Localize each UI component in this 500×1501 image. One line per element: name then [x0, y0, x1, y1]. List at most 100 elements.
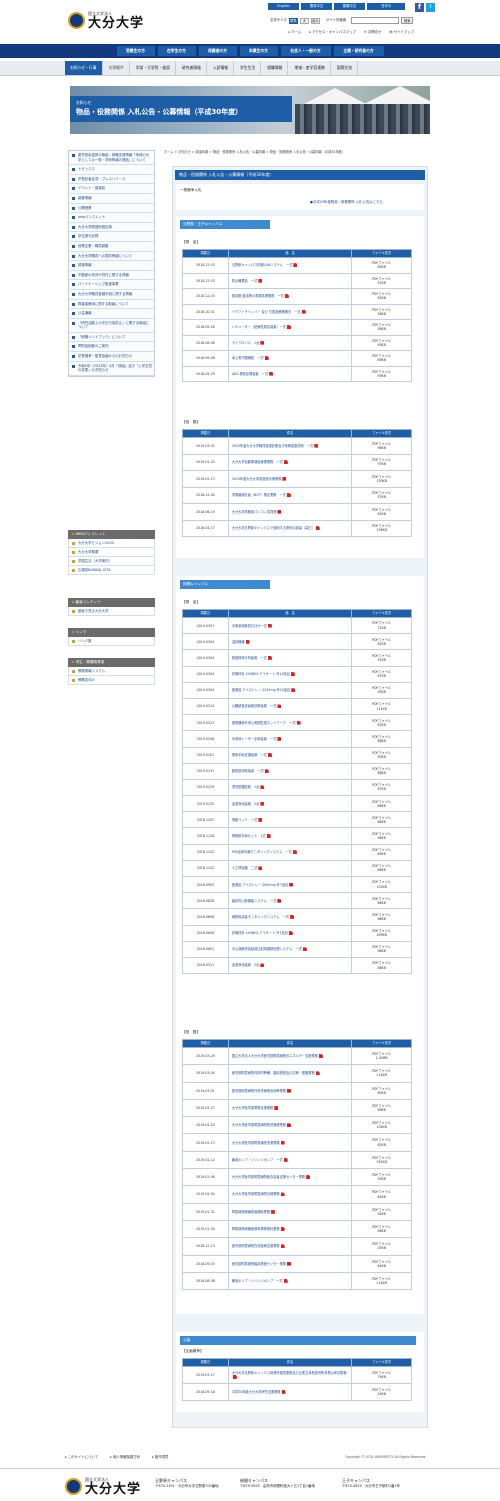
row-item-link[interactable]: 輸液ポンプ・シリンジポンプ 一式 — [232, 1158, 283, 1162]
row-item-link[interactable]: 手術室用無影灯ほか一式 — [232, 624, 267, 628]
font-size-xlarge[interactable]: 最大 — [310, 17, 320, 24]
row-item-link[interactable]: 大分大学医学部附属病院物流管理業務 — [232, 1123, 286, 1127]
site-logo[interactable]: 国立大学法人 大分大学 — [68, 8, 158, 32]
row-item-link[interactable]: 診療材料 VIVINEX アイサート 外7品目 — [232, 931, 288, 935]
row-item-link[interactable]: 国立大学法人大分大学医学部附属病院省エネルギー支援業務 — [232, 1054, 318, 1058]
footer-link-privacy[interactable]: ▸ 個人情報保護方針 — [110, 1455, 140, 1459]
footer-link-env[interactable]: ▸ 動作環境 — [152, 1455, 168, 1459]
footer-logo[interactable]: 国立大学法人 大分大学 — [65, 1474, 145, 1497]
lang-traditional-chinese[interactable]: 繁體中文 — [334, 3, 365, 10]
row-item-link[interactable]: 大分大学医学部業務支援業務 — [232, 1106, 273, 1110]
sidebar-link[interactable]: 広報誌BUNDAI-OITA — [68, 566, 155, 575]
sidebar-item[interactable]: 障害者雇用に関する取組について — [69, 300, 154, 310]
sidebar-item[interactable]: 大分大学職員各種手続に関する情報 — [69, 290, 154, 300]
row-item-link[interactable]: 医学部附属病院内院内警備、臨床検査及び清掃・運搬業務 — [232, 1071, 315, 1075]
sidebar-item[interactable]: 不動産の売却や貸付に関する情報 — [69, 271, 154, 281]
sidebar-item[interactable]: 調達情報 — [69, 261, 154, 271]
nav-applicants[interactable]: 受験生の方 — [116, 46, 155, 56]
row-item-link[interactable]: 人工呼吸器 二式 — [232, 866, 258, 870]
subnav-faculties[interactable]: 学部・大学院・施設 — [131, 61, 176, 75]
row-item-link[interactable]: 大分大学医学部附属病院清掃業務 — [232, 1192, 280, 1196]
sidebar-link[interactable]: 教務情報システム — [68, 667, 155, 676]
row-item-link[interactable]: 防災備蓄品 一式 — [232, 279, 258, 283]
row-item-link[interactable]: 循環器科外来心電図監視ネットワーク 一式 — [232, 721, 296, 725]
row-item-link[interactable]: 医学部附属病院在宅医療支援業務 — [232, 1244, 280, 1248]
row-item-link[interactable]: 大分大学旦野原キャンパス保育所運営業務及び企業主導型保育所事業の申請業務 — [232, 1371, 347, 1375]
row-item-link[interactable]: 大分大学医学部附属病院総合患者支援センター業務 — [232, 1175, 305, 1179]
subnav-careers[interactable]: 就職情報 — [262, 61, 289, 75]
row-item-link[interactable]: 血液浄化装置 2台 — [232, 963, 260, 967]
row-item-link[interactable]: 中心静脈栄養製造注射用薬剤処理システム 一式 — [232, 947, 302, 951]
subnav-news[interactable]: お知らせ・行事 — [65, 61, 103, 75]
sidebar-item[interactable]: webパンフレット — [69, 213, 154, 223]
sidebar-item[interactable]: 公開授業 — [69, 204, 154, 214]
row-item-link[interactable]: 医学部附属病院臨床検査センター業務 — [232, 1262, 286, 1266]
access-link[interactable]: ▸ アクセス・キャンパスマップ — [309, 30, 356, 34]
sidebar-item[interactable]: 公益通報 — [69, 309, 154, 319]
row-item-link[interactable]: ADS 薬液処理装置 一式 — [232, 372, 268, 376]
row-item-link[interactable]: 図書館 蔵書等の電算処理業務 一式 — [232, 294, 284, 298]
row-item-link[interactable]: 輸液ポンプ・シリンジポンプ 一式 — [232, 1279, 283, 1283]
nav-students[interactable]: 在学生の方 — [157, 46, 196, 56]
sidebar-item[interactable]: 学長記者会見・プレスリリース — [69, 175, 154, 185]
row-item-link[interactable]: 大分大学自動車運転管理業務 一式 — [232, 460, 283, 464]
subnav-international[interactable]: 国際交流 — [332, 61, 358, 75]
sidebar-item[interactable]: 募集情報 — [69, 194, 154, 204]
subnav-community[interactable]: 地域・産学官連携 — [289, 61, 331, 75]
subnav-admissions[interactable]: 入試情報 — [208, 61, 235, 75]
row-item-link[interactable]: 血液浄化装置 2台 — [232, 802, 260, 806]
row-item-link[interactable]: 卓上電子顕微鏡 一式 — [232, 356, 264, 360]
row-item-link[interactable]: 病院用患者モニタリングシステム 一式 — [232, 915, 289, 919]
row-item-link[interactable]: 医薬品 アイロトレース240mg 外10品目 — [232, 688, 290, 692]
row-item-link[interactable]: 平成30年度大分大学研究支援業務 — [232, 1390, 281, 1394]
lang-english[interactable]: English — [268, 3, 299, 10]
row-item-link[interactable]: 電動ベッド 一式 — [232, 818, 258, 822]
row-item-link[interactable]: 大分大学医学部附属病院洗濯業務 — [232, 1141, 280, 1145]
font-size-normal[interactable]: 標準 — [288, 17, 298, 24]
row-item-link[interactable]: 附属病院病棟医療事務等委託業務 — [232, 1227, 280, 1231]
sidebar-item[interactable]: トピックス — [69, 165, 154, 175]
sidebar-item[interactable]: 産学官民連携の取組・就職支援情報「地域の大学としての一般・学術情報の発信」につい… — [69, 151, 154, 166]
row-item-link[interactable]: 臨床的心肺機能システム 一式 — [232, 899, 277, 903]
row-item-link[interactable]: 超音波診断装置 一式 — [232, 769, 264, 773]
sidebar-item[interactable]: パートナーシップ推進事業 — [69, 280, 154, 290]
nav-alumni[interactable]: 卒業生の方 — [239, 46, 278, 56]
sidebar-item[interactable]: 大分大学職員への表彰情報について — [69, 252, 154, 262]
row-item-link[interactable]: 医薬品 アイロトレース600mg 外7品目 — [232, 883, 288, 887]
sidebar-link[interactable]: 学園生活（大学案内） — [68, 557, 155, 566]
nav-public[interactable]: 社会人・一般の方 — [280, 46, 331, 56]
font-size-large[interactable]: 大 — [299, 17, 309, 24]
sidebar-item[interactable]: 「研究活動上の不正行為防止」に関する取組について — [69, 319, 154, 333]
row-item-link[interactable]: 旦野原キャンパス情報LANシステム 一式 — [232, 263, 293, 267]
row-item-link[interactable]: MRI全体情報モニタリングシステム 一式 — [232, 850, 292, 854]
sidebar-link[interactable]: 動画で見る大分大学 — [68, 607, 155, 616]
twitter-icon[interactable]: t — [426, 3, 435, 12]
row-item-link[interactable]: 大分大学事務用パソコン賃貸借 — [232, 510, 277, 514]
sidebar-item[interactable]: 令和5年（2023年）4月「改組」及び「入学定員の変更」のお知らせ — [69, 362, 154, 376]
row-item-link[interactable]: 2019年度大分大学各施設清掃業務 — [232, 477, 282, 481]
row-item-link[interactable]: 附属病院病棟看護補助業務 — [232, 1210, 270, 1214]
row-item-link[interactable]: レオメーター（粘弾性測定装置）一式 — [232, 325, 286, 329]
sidebar-item[interactable]: 学長選考・監督会議からのお知らせ — [69, 352, 154, 362]
sidebar-link[interactable]: 教職員向け — [68, 676, 155, 685]
row-item-link[interactable]: 事業継続計画（BCP）策定業務 一式 — [232, 493, 286, 497]
nav-parents[interactable]: 保護者の方 — [198, 46, 237, 56]
facebook-icon[interactable]: f — [415, 3, 424, 12]
row-item-link[interactable]: 心臓超音波画像診断装置 一式 — [232, 704, 277, 708]
breadcrumb[interactable]: ホーム > お知らせ > 調達情報 > 物品・役務関係 入札公告・公募情報 > … — [164, 150, 345, 154]
sidebar-link[interactable]: 大分大学概要 — [68, 548, 155, 557]
subnav-student-life[interactable]: 学生生活 — [235, 61, 262, 75]
row-item-link[interactable]: 漂流型腹腔鏡 1台 — [232, 785, 260, 789]
sitemap-link[interactable]: ▤ サイトマップ — [389, 30, 414, 34]
sidebar-item[interactable]: 「就職ハンドブック」について — [69, 333, 154, 343]
sidebar-item[interactable]: 学位授与記録 — [69, 232, 154, 242]
row-item-link[interactable]: 大分大学旦野原キャンパスで使用する電気の調達（高圧） — [232, 526, 315, 530]
lang-korean[interactable]: 한국어 — [367, 3, 405, 10]
row-item-link[interactable]: 2019年度大分大学職員健康診断及び特殊健康診断 一式 — [232, 444, 313, 448]
row-item-link[interactable]: 関節鏡手術セット 1式 — [232, 834, 266, 838]
row-item-link[interactable]: マイクロバス 1台 — [232, 341, 259, 345]
lang-simplified-chinese[interactable]: 簡体中文 — [301, 3, 332, 10]
sidebar-item[interactable]: イベント・講演会 — [69, 184, 154, 194]
row-item-link[interactable]: 半導体レーザー手術装置 一式 — [232, 737, 277, 741]
sidebar-link[interactable]: リンク集 — [68, 637, 155, 646]
